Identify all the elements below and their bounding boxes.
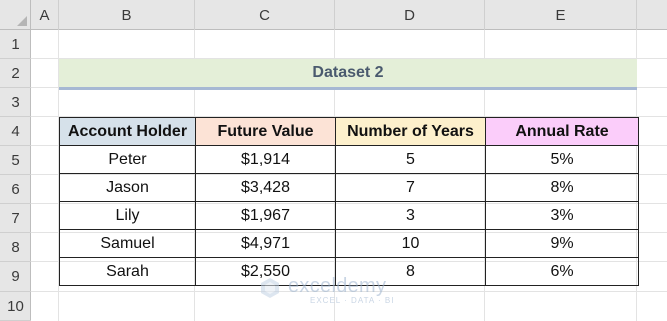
table-row: Samuel $4,971 10 9%: [59, 229, 639, 258]
column-header-c[interactable]: C: [195, 0, 335, 30]
watermark-tagline: EXCEL · DATA · BI: [310, 296, 395, 305]
row-header-10[interactable]: 10: [0, 292, 31, 321]
cell-annual-rate[interactable]: 8%: [485, 173, 639, 202]
cell-account-holder[interactable]: Peter: [59, 145, 196, 174]
cell-future-value[interactable]: $3,428: [195, 173, 336, 202]
table-row: Peter $1,914 5 5%: [59, 145, 639, 174]
row-header-7[interactable]: 7: [0, 204, 31, 233]
dataset-title-cell[interactable]: Dataset 2: [59, 59, 637, 87]
select-all-triangle-icon: [17, 16, 27, 26]
cell-annual-rate[interactable]: 5%: [485, 145, 639, 174]
cell-number-of-years[interactable]: 3: [335, 201, 486, 230]
exceldemy-watermark: exceldemy EXCEL · DATA · BI: [258, 272, 418, 308]
cell-number-of-years[interactable]: 5: [335, 145, 486, 174]
cell-number-of-years[interactable]: 7: [335, 173, 486, 202]
header-number-of-years[interactable]: Number of Years: [335, 117, 486, 146]
cell-account-holder[interactable]: Samuel: [59, 229, 196, 258]
row-header-3[interactable]: 3: [0, 88, 31, 117]
cell-future-value[interactable]: $1,967: [195, 201, 336, 230]
table-row: Lily $1,967 3 3%: [59, 201, 639, 230]
cell-future-value[interactable]: $4,971: [195, 229, 336, 258]
column-header-b[interactable]: B: [59, 0, 195, 30]
cell-annual-rate[interactable]: 6%: [485, 257, 639, 286]
select-all-corner[interactable]: [0, 0, 31, 30]
row-header-5[interactable]: 5: [0, 146, 31, 175]
row-header-4[interactable]: 4: [0, 117, 31, 146]
cell-account-holder[interactable]: Sarah: [59, 257, 196, 286]
table-row: Jason $3,428 7 8%: [59, 173, 639, 202]
cell-annual-rate[interactable]: 3%: [485, 201, 639, 230]
dataset-title: Dataset 2: [312, 64, 384, 81]
cell-account-holder[interactable]: Lily: [59, 201, 196, 230]
column-header-d[interactable]: D: [335, 0, 485, 30]
row-header-8[interactable]: 8: [0, 233, 31, 262]
watermark-name: exceldemy: [288, 275, 387, 297]
header-future-value[interactable]: Future Value: [195, 117, 336, 146]
table-header-row: Account Holder Future Value Number of Ye…: [59, 117, 639, 146]
row-header-2[interactable]: 2: [0, 59, 31, 88]
row-header-9[interactable]: 9: [0, 262, 31, 292]
column-header-e[interactable]: E: [485, 0, 637, 30]
header-annual-rate[interactable]: Annual Rate: [485, 117, 639, 146]
spreadsheet: ABCDE 1 2 3 4 5 6 7 8 9 10 Dataset 2 Account Hold…: [0, 0, 667, 321]
cell-future-value[interactable]: $1,914: [195, 145, 336, 174]
cell-annual-rate[interactable]: 9%: [485, 229, 639, 258]
exceldemy-logo-icon: [261, 278, 279, 298]
row-header-1[interactable]: 1: [0, 30, 31, 59]
cell-account-holder[interactable]: Jason: [59, 173, 196, 202]
cell-number-of-years[interactable]: 10: [335, 229, 486, 258]
row-header-6[interactable]: 6: [0, 175, 31, 204]
title-underline: [59, 87, 637, 90]
data-table: Account Holder Future Value Number of Ye…: [59, 117, 639, 286]
column-header-a[interactable]: A: [31, 0, 59, 30]
header-account-holder[interactable]: Account Holder: [59, 117, 196, 146]
